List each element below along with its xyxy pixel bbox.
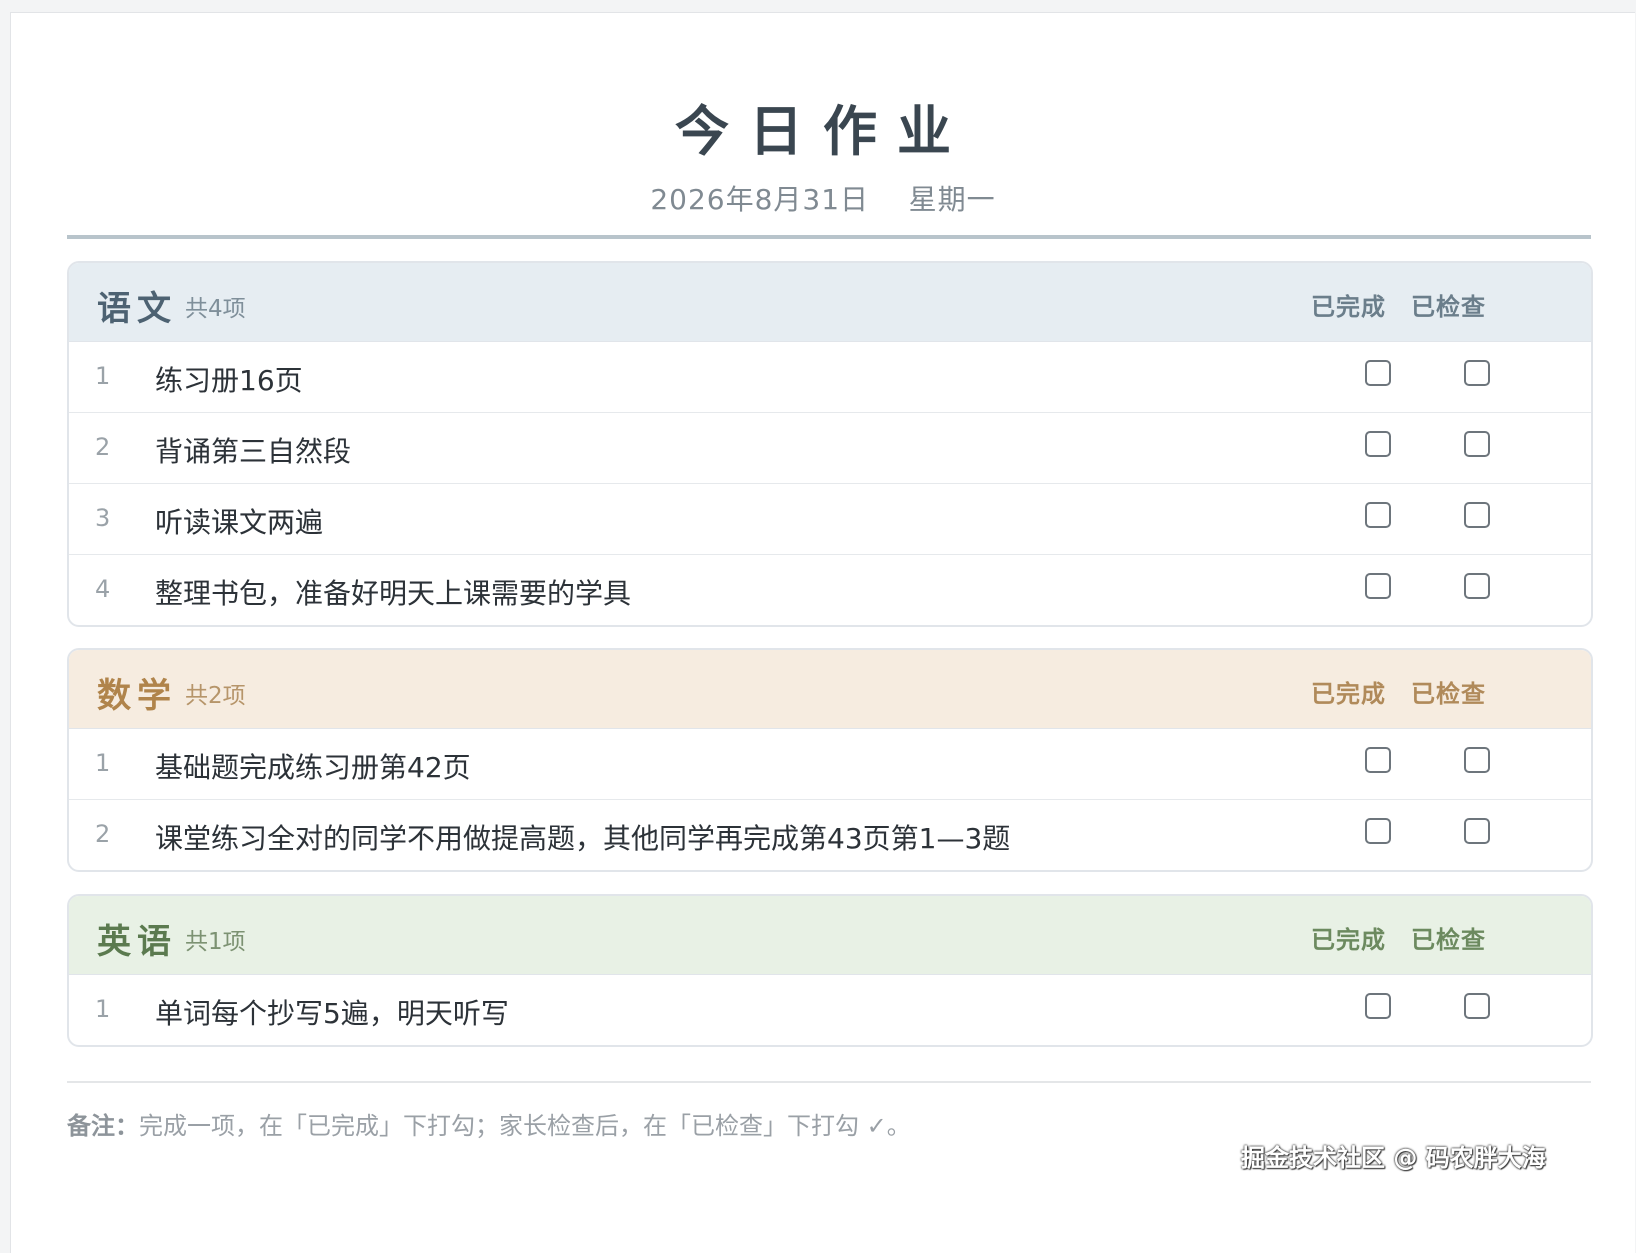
- section-math: 数学 共2项 已完成 已检查 1 基础题完成练习册第42页 2 课堂练习全对的同…: [67, 648, 1593, 872]
- note-text: 完成一项，在「已完成」下打勾；家长检查后，在「已检查」下打勾 ✓。: [139, 1112, 911, 1140]
- done-checkbox[interactable]: [1365, 747, 1391, 773]
- task-row: 2 背诵第三自然段: [69, 413, 1591, 484]
- column-header-done: 已完成: [1311, 926, 1386, 954]
- watermark: 掘金技术社区 @ 码农胖大海: [1241, 1144, 1546, 1172]
- task-row: 1 基础题完成练习册第42页: [69, 729, 1591, 800]
- task-text: 整理书包，准备好明天上课需要的学具: [155, 577, 632, 610]
- task-number: 1: [95, 362, 111, 390]
- section-title: 数学: [97, 676, 177, 716]
- done-checkbox[interactable]: [1365, 993, 1391, 1019]
- section-count: 共1项: [185, 929, 246, 955]
- checked-checkbox[interactable]: [1464, 360, 1490, 386]
- task-row: 1 练习册16页: [69, 342, 1591, 413]
- done-checkbox[interactable]: [1365, 818, 1391, 844]
- checked-checkbox[interactable]: [1464, 993, 1490, 1019]
- section-chinese: 语文 共4项 已完成 已检查 1 练习册16页 2 背诵第三自然段 3 听读课文…: [67, 261, 1593, 627]
- task-text: 背诵第三自然段: [155, 435, 352, 468]
- task-number: 2: [95, 433, 111, 461]
- task-row: 3 听读课文两遍: [69, 484, 1591, 555]
- column-header-done: 已完成: [1311, 293, 1386, 321]
- section-count: 共4项: [185, 296, 246, 322]
- task-number: 1: [95, 995, 111, 1023]
- checked-checkbox[interactable]: [1464, 747, 1490, 773]
- section-count: 共2项: [185, 683, 246, 709]
- task-row: 1 单词每个抄写5遍，明天听写: [69, 975, 1591, 1045]
- task-text: 单词每个抄写5遍，明天听写: [155, 997, 509, 1030]
- task-number: 3: [95, 504, 111, 532]
- section-english: 英语 共1项 已完成 已检查 1 单词每个抄写5遍，明天听写: [67, 894, 1593, 1047]
- checked-checkbox[interactable]: [1464, 502, 1490, 528]
- note-label: 备注：: [67, 1112, 139, 1140]
- task-row: 2 课堂练习全对的同学不用做提高题，其他同学再完成第43页第1—3题: [69, 800, 1591, 870]
- task-number: 2: [95, 820, 111, 848]
- task-number: 4: [95, 575, 111, 603]
- section-header: 英语 共1项 已完成 已检查: [69, 896, 1591, 975]
- column-header-checked: 已检查: [1411, 926, 1486, 954]
- column-header-checked: 已检查: [1411, 680, 1486, 708]
- checked-checkbox[interactable]: [1464, 573, 1490, 599]
- page-title: 今日作业: [675, 100, 971, 163]
- section-title: 语文: [97, 289, 177, 329]
- page-date: 2026年8月31日 星期一: [650, 183, 996, 216]
- task-number: 1: [95, 749, 111, 777]
- checked-checkbox[interactable]: [1464, 818, 1490, 844]
- section-title: 英语: [97, 922, 177, 962]
- section-header: 数学 共2项 已完成 已检查: [69, 650, 1591, 729]
- column-header-done: 已完成: [1311, 680, 1386, 708]
- footer-note: 备注：完成一项，在「已完成」下打勾；家长检查后，在「已检查」下打勾 ✓。: [67, 1106, 911, 1141]
- task-text: 课堂练习全对的同学不用做提高题，其他同学再完成第43页第1—3题: [155, 822, 1011, 855]
- homework-sheet: 今日作业 2026年8月31日 星期一 语文 共4项 已完成 已检查 1 练习册…: [10, 12, 1635, 1253]
- done-checkbox[interactable]: [1365, 431, 1391, 457]
- task-text: 基础题完成练习册第42页: [155, 751, 471, 784]
- task-text: 练习册16页: [155, 364, 303, 397]
- column-header-checked: 已检查: [1411, 293, 1486, 321]
- done-checkbox[interactable]: [1365, 573, 1391, 599]
- task-row: 4 整理书包，准备好明天上课需要的学具: [69, 555, 1591, 625]
- task-text: 听读课文两遍: [155, 506, 324, 539]
- section-header: 语文 共4项 已完成 已检查: [69, 263, 1591, 342]
- done-checkbox[interactable]: [1365, 360, 1391, 386]
- checked-checkbox[interactable]: [1464, 431, 1490, 457]
- footer-divider: [67, 1081, 1591, 1083]
- header-divider: [67, 235, 1591, 239]
- done-checkbox[interactable]: [1365, 502, 1391, 528]
